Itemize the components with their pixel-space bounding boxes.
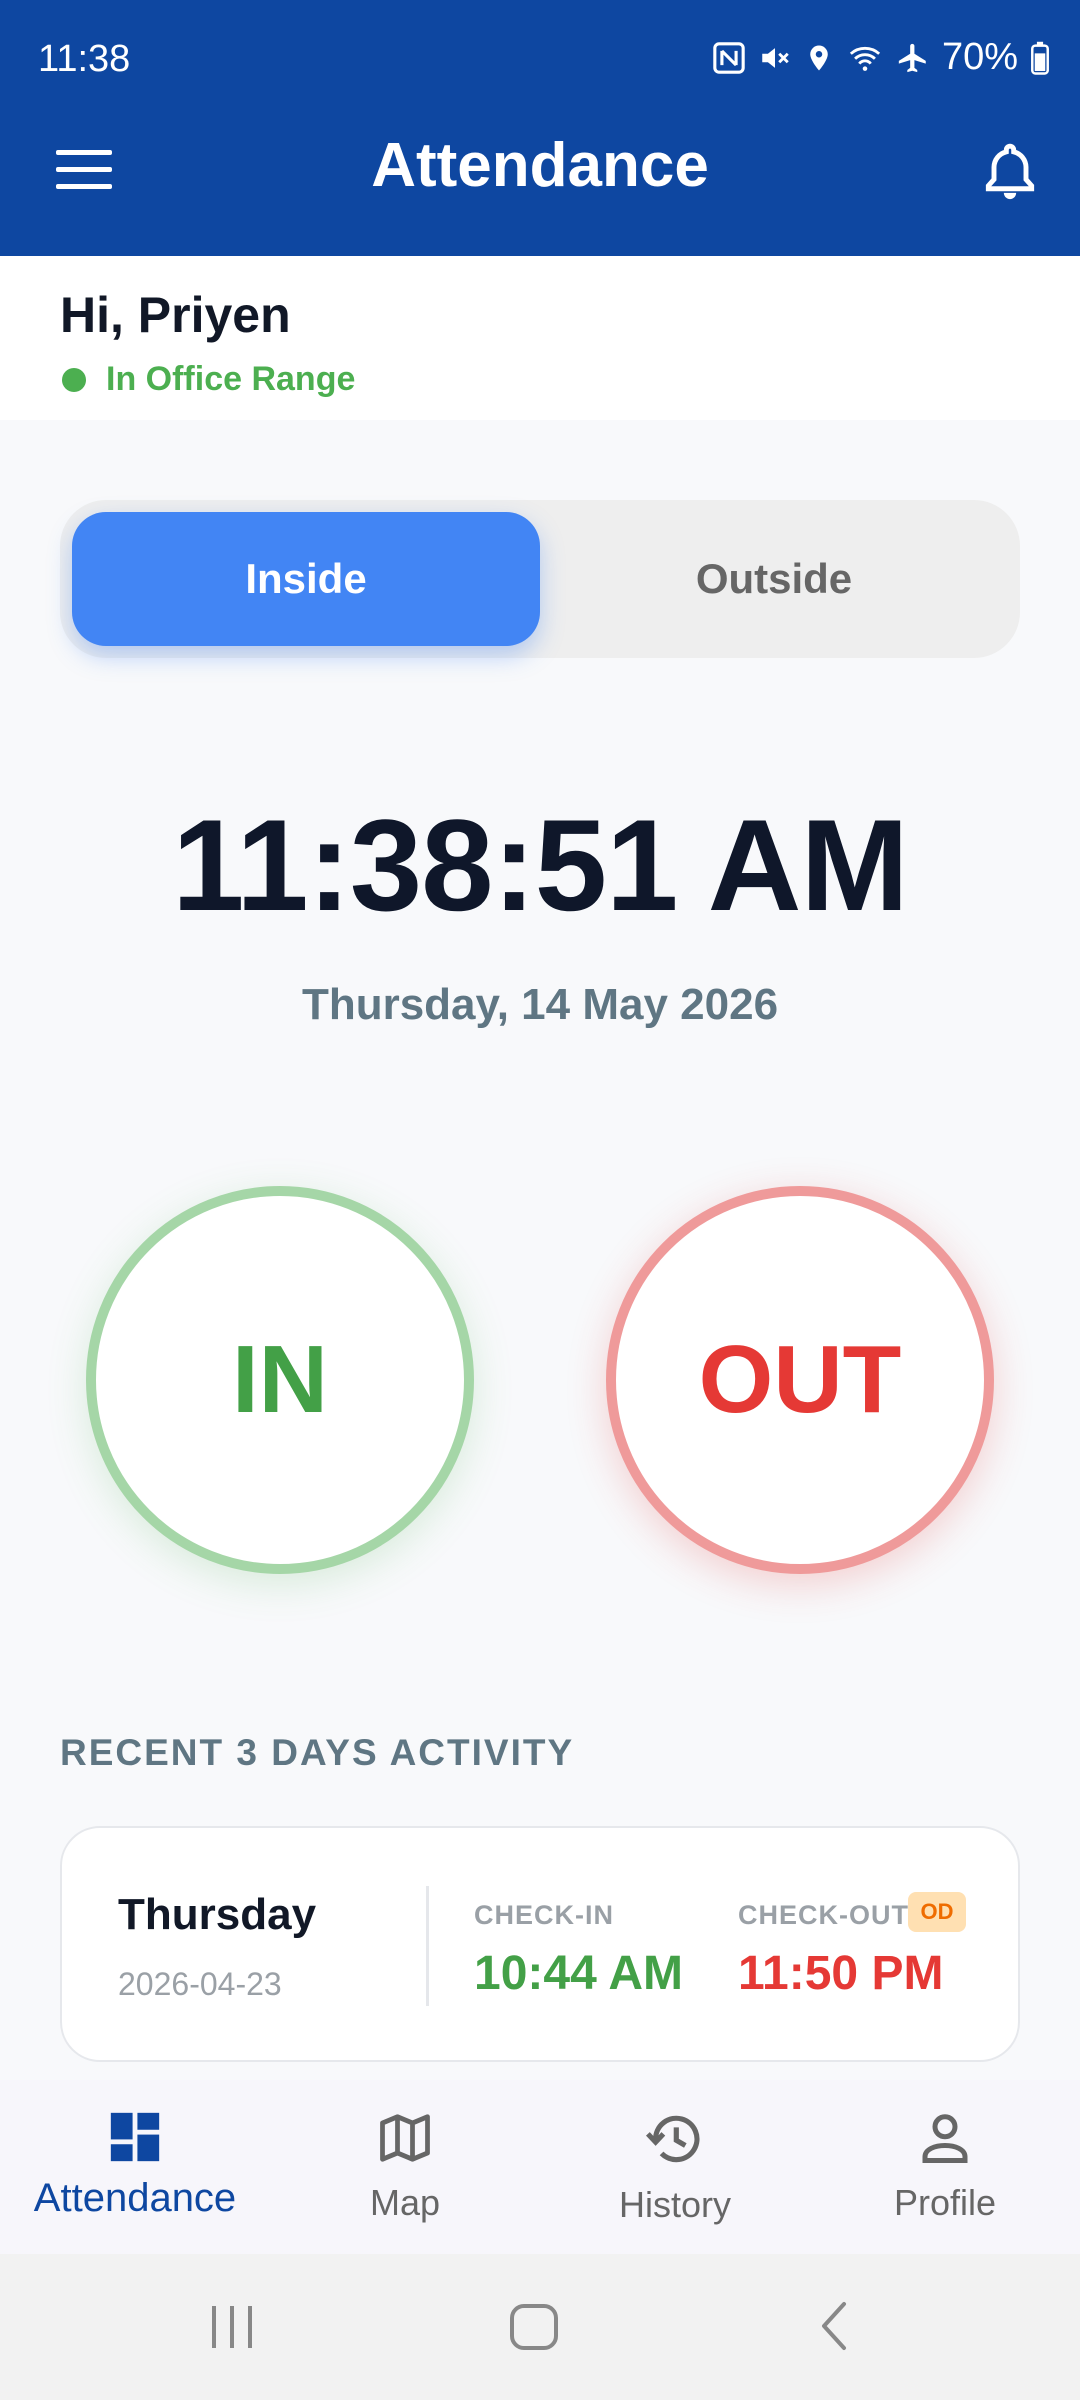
check-out-heading: CHECK-OUT <box>738 1900 909 1930</box>
inside-tab[interactable]: Inside <box>72 512 540 646</box>
current-date: Thursday, 14 May 2026 <box>301 980 779 1029</box>
check-out-label: OUT <box>698 1326 902 1433</box>
battery-percent: 70% <box>941 36 1018 78</box>
bell-icon[interactable] <box>980 140 1040 204</box>
nav-history[interactable]: History <box>540 2080 810 2254</box>
wifi-icon <box>849 46 881 71</box>
nav-history-label: History <box>618 2184 731 2225</box>
map-icon <box>380 2114 430 2162</box>
recents-icon[interactable] <box>206 2298 258 2354</box>
dashboard-icon <box>110 2112 160 2162</box>
system-navigation <box>0 2254 1080 2400</box>
bottom-navigation: Attendance Map History Profile <box>0 2080 1080 2254</box>
nav-attendance-label: Attendance <box>33 2176 237 2220</box>
current-time: 11:38:51 AM <box>172 792 909 938</box>
greeting-name: Hi, Priyen <box>60 287 291 343</box>
page-title: Attendance <box>371 131 709 200</box>
nav-map[interactable]: Map <box>270 2080 540 2254</box>
od-badge: OD <box>908 1892 966 1932</box>
greeting-panel: Hi, Priyen In Office Range <box>0 256 1080 420</box>
mute-icon <box>762 47 789 68</box>
activity-date: 2026-04-23 <box>118 1966 282 2002</box>
location-toggle: Inside Outside <box>60 500 1020 658</box>
history-icon <box>645 2115 700 2163</box>
airplane-icon <box>898 43 926 72</box>
home-icon[interactable] <box>506 2298 562 2354</box>
recent-activity-title: RECENT 3 DAYS ACTIVITY <box>60 1732 575 1773</box>
outside-tab[interactable]: Outside <box>540 512 1008 646</box>
nav-profile[interactable]: Profile <box>810 2080 1080 2254</box>
nav-map-label: Map <box>369 2182 441 2223</box>
check-in-heading: CHECK-IN <box>474 1900 614 1930</box>
check-in-button[interactable]: IN <box>86 1186 474 1574</box>
activity-card[interactable]: Thursday 2026-04-23 CHECK-IN CHECK-OUT O… <box>60 1826 1020 2062</box>
office-range-label: In Office Range <box>106 360 356 398</box>
nfc-icon <box>713 41 745 74</box>
person-icon <box>922 2114 968 2163</box>
activity-day: Thursday <box>118 1890 317 1939</box>
battery-icon <box>1031 41 1049 75</box>
check-out-button[interactable]: OUT <box>606 1186 994 1574</box>
status-dot-icon <box>62 367 86 392</box>
nav-profile-label: Profile <box>893 2182 997 2223</box>
check-in-time: 10:44 AM <box>474 1947 683 2000</box>
check-in-label: IN <box>232 1326 328 1433</box>
status-icons: 70% <box>712 36 1050 79</box>
app-header: 11:38 70% Attendance <box>0 0 1080 256</box>
divider <box>426 1886 429 2006</box>
check-out-time: 11:50 PM <box>738 1947 944 2000</box>
status-time: 11:38 <box>38 38 131 80</box>
location-icon <box>810 45 828 70</box>
office-range-status: In Office Range <box>62 360 355 399</box>
nav-attendance[interactable]: Attendance <box>0 2080 270 2254</box>
back-icon[interactable] <box>814 2298 858 2354</box>
